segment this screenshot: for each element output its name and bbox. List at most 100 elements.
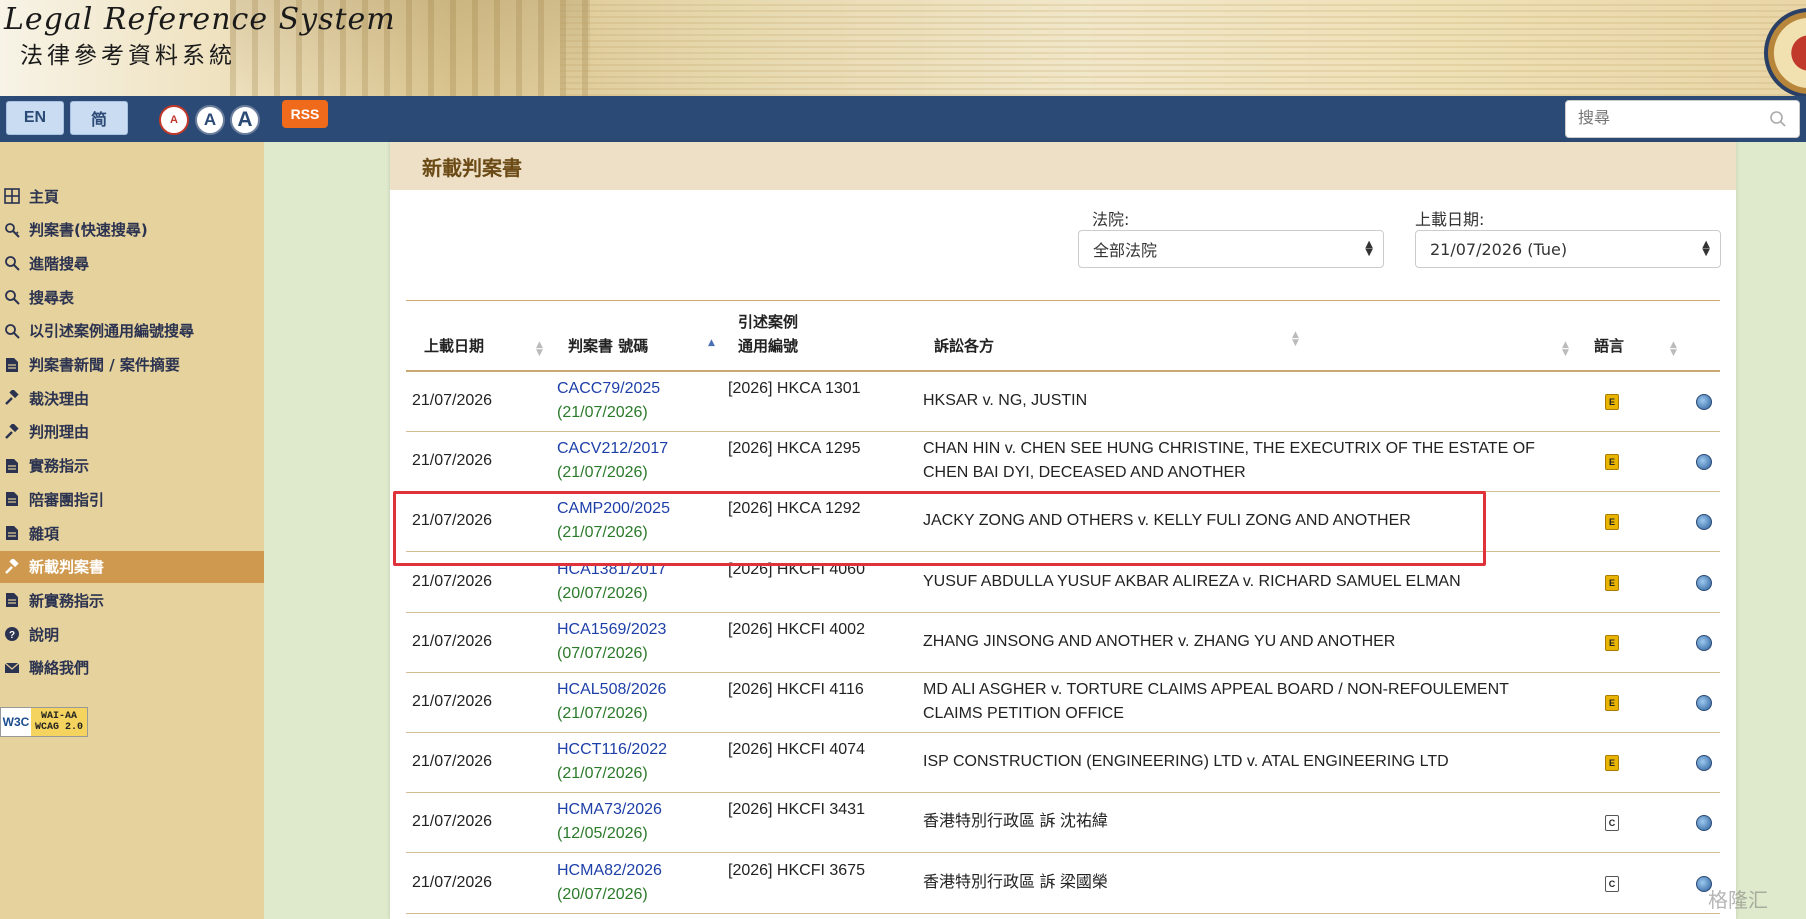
sidebar-item[interactable]: 搜尋表 xyxy=(0,281,264,313)
globe-icon[interactable] xyxy=(1696,634,1712,651)
document-icon xyxy=(2,591,22,609)
sort-icon[interactable]: ▲ ▼ xyxy=(1670,341,1677,358)
case-number-link[interactable]: CACC79/2025 xyxy=(557,377,660,401)
gavel-icon xyxy=(2,389,22,407)
globe-icon[interactable] xyxy=(1696,514,1712,531)
parties-cell: 香港特別行政區 訴 沈祐緯 xyxy=(923,810,1563,834)
globe-icon[interactable] xyxy=(1696,695,1712,711)
col-judgment-no[interactable]: 判案書 號碼 xyxy=(568,335,648,358)
wai-aa-logo: WAI-AA WCAG 2.0 xyxy=(31,708,87,736)
page-title: 新載判案書 xyxy=(422,156,522,180)
english-document-icon[interactable]: E xyxy=(1605,755,1619,772)
english-document-icon[interactable]: E xyxy=(1605,454,1619,471)
case-number-link[interactable]: HCMA73/2026 xyxy=(557,798,662,822)
col-parties[interactable]: 訴訟各方 xyxy=(934,335,994,358)
table-row: 21/07/2026 HCAL508/2026 (21/07/2026) [2026]… xyxy=(406,673,1720,733)
search-icon[interactable] xyxy=(1769,110,1787,128)
judgment-date: (21/07/2026) xyxy=(557,705,648,722)
english-document-icon[interactable]: E xyxy=(1605,695,1619,711)
english-document-icon[interactable]: E xyxy=(1605,634,1619,651)
date-filter-select[interactable]: 21/07/2026 (Tue) ▲ ▼ xyxy=(1415,230,1721,268)
rss-button[interactable]: RSS xyxy=(282,100,328,128)
case-number-link[interactable]: HCMA82/2026 xyxy=(557,859,662,883)
parties-cell: ZHANG JINSONG AND ANOTHER v. ZHANG YU AN… xyxy=(923,630,1563,654)
sidebar-item[interactable]: 實務指示 xyxy=(0,450,264,482)
globe-icon[interactable] xyxy=(1696,454,1712,471)
sort-icon[interactable]: ▲ ▼ xyxy=(1292,331,1299,348)
sidebar-item[interactable]: 判刑理由 xyxy=(0,416,264,448)
sidebar-item-label: 陪審團指引 xyxy=(29,490,105,509)
sort-icon[interactable]: ▲ ▼ xyxy=(1562,341,1569,358)
citation-cell: [2026] HKCFI 4116 xyxy=(728,681,864,698)
sidebar-item[interactable]: ? 說明 xyxy=(0,618,264,650)
case-number-link[interactable]: HCA1381/2017 xyxy=(557,558,666,582)
table-row: 21/07/2026 CACC79/2025 (21/07/2026) [2026] … xyxy=(406,372,1720,432)
col-citation-line1[interactable]: 引述案例 xyxy=(738,311,798,334)
judgment-date: (21/07/2026) xyxy=(557,404,648,421)
sort-icon[interactable]: ▲ ▼ xyxy=(536,341,543,358)
font-size-large-button[interactable]: A xyxy=(230,105,260,135)
parties-text: MD ALI ASGHER v. TORTURE CLAIMS APPEAL B… xyxy=(923,681,1509,698)
sidebar-item[interactable]: 判案書新聞 / 案件摘要 xyxy=(0,349,264,381)
search-input[interactable] xyxy=(1566,101,1756,137)
sidebar-item[interactable]: 進階搜尋 xyxy=(0,247,264,279)
english-document-icon[interactable]: E xyxy=(1605,574,1619,591)
table-row: 21/07/2026 HCMA73/2026 (12/05/2026) [2026] … xyxy=(406,793,1720,854)
court-filter-select[interactable]: 全部法院 ▲ ▼ xyxy=(1078,230,1384,268)
sort-ascending-icon[interactable]: ▲ xyxy=(708,339,715,348)
col-language[interactable]: 語言 xyxy=(1594,335,1624,358)
lang-en-button[interactable]: EN xyxy=(6,101,64,135)
chinese-document-icon[interactable]: C xyxy=(1605,815,1619,832)
judgment-date: (12/05/2026) xyxy=(557,825,648,843)
table-row: 21/07/2026 HCCT116/2022 (21/07/2026) [2026]… xyxy=(406,733,1720,794)
case-number-link[interactable]: CAMP200/2025 xyxy=(557,497,670,521)
sidebar-item[interactable]: 裁決理由 xyxy=(0,382,264,414)
sidebar-item-label: 實務指示 xyxy=(29,457,90,476)
globe-icon[interactable] xyxy=(1696,574,1712,591)
font-size-small-button[interactable]: A xyxy=(159,105,189,135)
sidebar-item[interactable]: 主頁 xyxy=(0,180,264,212)
document-icon xyxy=(2,356,22,374)
w3c-logo: W3C xyxy=(2,715,30,729)
case-number-link[interactable]: HCAL508/2026 xyxy=(557,678,666,702)
case-number-link[interactable]: HCA1569/2023 xyxy=(557,618,666,642)
top-navbar: EN 简 A A A RSS xyxy=(0,96,1806,142)
globe-icon[interactable] xyxy=(1696,815,1712,832)
judgment-no-cell: HCAL508/2026 (21/07/2026) xyxy=(557,678,666,726)
wcag-badge[interactable]: W3C WAI-AA WCAG 2.0 xyxy=(0,707,88,737)
lang-simplified-button[interactable]: 简 xyxy=(70,101,128,135)
english-document-icon[interactable]: E xyxy=(1605,394,1619,410)
gavel-icon xyxy=(2,423,22,441)
table-header: 上載日期 ▲ ▼ 判案書 號碼 ▲ 引述案例 通用編號 ▲ ▼ 訴訟各方 ▲ ▼ 語言… xyxy=(406,300,1720,372)
upload-date-cell: 21/07/2026 xyxy=(412,873,493,891)
site-title-en[interactable]: Legal Reference System xyxy=(4,2,396,37)
site-title-zh[interactable]: 法律參考資料系統 xyxy=(20,36,236,70)
parties-text-line2: CLAIMS PETITION OFFICE xyxy=(923,705,1124,722)
sidebar-item[interactable]: 判案書(快速搜尋) xyxy=(0,214,264,246)
table-row: 21/07/2026 HCA1381/2017 (20/07/2026) [2026]… xyxy=(406,553,1720,613)
case-number-link[interactable]: HCCT116/2022 xyxy=(557,738,667,762)
sidebar-item[interactable]: 新實務指示 xyxy=(0,584,264,616)
globe-icon[interactable] xyxy=(1696,755,1712,772)
wcag-version-text: WCAG 2.0 xyxy=(34,722,83,733)
date-filter-label: 上載日期: xyxy=(1415,210,1485,229)
case-number-link[interactable]: CACV212/2017 xyxy=(557,437,668,461)
globe-icon[interactable] xyxy=(1696,394,1712,410)
font-size-medium-button[interactable]: A xyxy=(195,105,225,135)
sidebar-item[interactable]: 雜項 xyxy=(0,517,264,549)
grid-icon xyxy=(2,187,22,205)
sidebar-item[interactable]: 新載判案書 xyxy=(0,550,264,583)
sidebar-item-label: 新載判案書 xyxy=(29,558,105,577)
col-citation-line2[interactable]: 通用編號 xyxy=(738,335,798,358)
sidebar-item-label: 裁決理由 xyxy=(29,389,90,408)
english-document-icon[interactable]: E xyxy=(1605,514,1619,531)
citation-cell: [2026] HKCFI 3431 xyxy=(728,801,865,819)
col-upload-date[interactable]: 上載日期 xyxy=(424,335,484,358)
upload-date-cell: 21/07/2026 xyxy=(412,693,493,710)
judgment-no-cell: CACV212/2017 (21/07/2026) xyxy=(557,437,668,485)
wai-aa-text: WAI-AA xyxy=(40,711,77,722)
sidebar-item[interactable]: 陪審團指引 xyxy=(0,483,264,515)
sidebar-item[interactable]: 以引述案例通用編號搜尋 xyxy=(0,315,264,347)
chinese-document-icon[interactable]: C xyxy=(1605,875,1619,892)
sidebar-item[interactable]: 聯絡我們 xyxy=(0,652,264,684)
